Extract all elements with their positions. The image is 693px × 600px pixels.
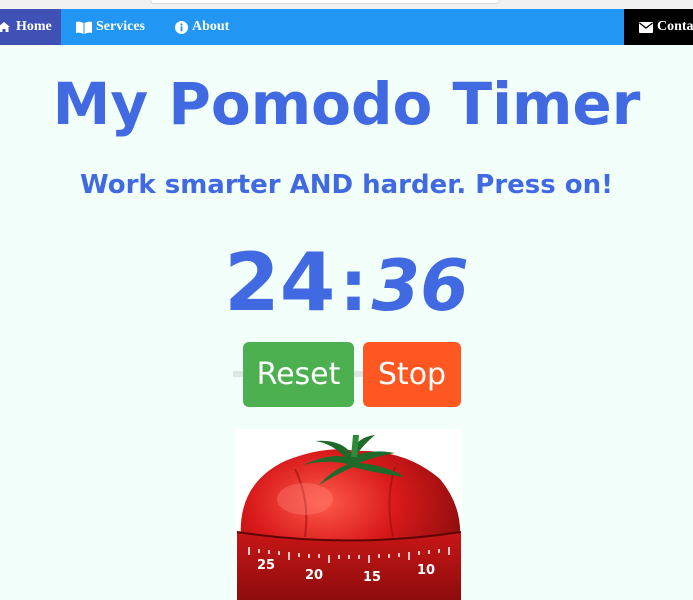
- envelope-icon: [639, 21, 653, 33]
- info-icon: [175, 20, 188, 34]
- stop-button[interactable]: Stop: [363, 342, 461, 407]
- dial-number: 15: [363, 570, 381, 585]
- top-navbar: Home Services About Conta: [0, 9, 693, 45]
- tomato-icon: 25 20 15 10: [236, 435, 462, 600]
- dial-number: 25: [257, 558, 275, 573]
- page-subtitle: Work smarter AND harder. Press on!: [79, 170, 614, 200]
- nav-contact-link[interactable]: Conta: [624, 9, 693, 45]
- home-icon: [0, 21, 12, 33]
- timer-separator: :: [339, 245, 368, 327]
- reset-button[interactable]: Reset: [243, 342, 354, 407]
- nav-services-label: Services: [96, 19, 145, 34]
- nav-home-label: Home: [16, 19, 52, 34]
- dial-number: 10: [417, 563, 435, 578]
- timer-minutes: 24: [224, 236, 336, 329]
- nav-contact-label: Conta: [657, 19, 693, 34]
- dial-number: 20: [305, 568, 323, 583]
- page-title: My Pomodo Timer: [52, 70, 641, 138]
- countdown-display: 24 : 36: [0, 236, 693, 329]
- browser-top-strip: [0, 0, 693, 9]
- nav-about-link[interactable]: About: [175, 9, 229, 45]
- address-bar-edge: [150, 0, 500, 4]
- nav-services-link[interactable]: Services: [76, 9, 145, 45]
- book-icon: [76, 21, 92, 34]
- nav-about-label: About: [192, 19, 230, 34]
- tomato-timer-image: 25 20 15 10: [235, 429, 462, 600]
- nav-home-link[interactable]: Home: [0, 9, 61, 45]
- timer-seconds: 36: [371, 245, 469, 327]
